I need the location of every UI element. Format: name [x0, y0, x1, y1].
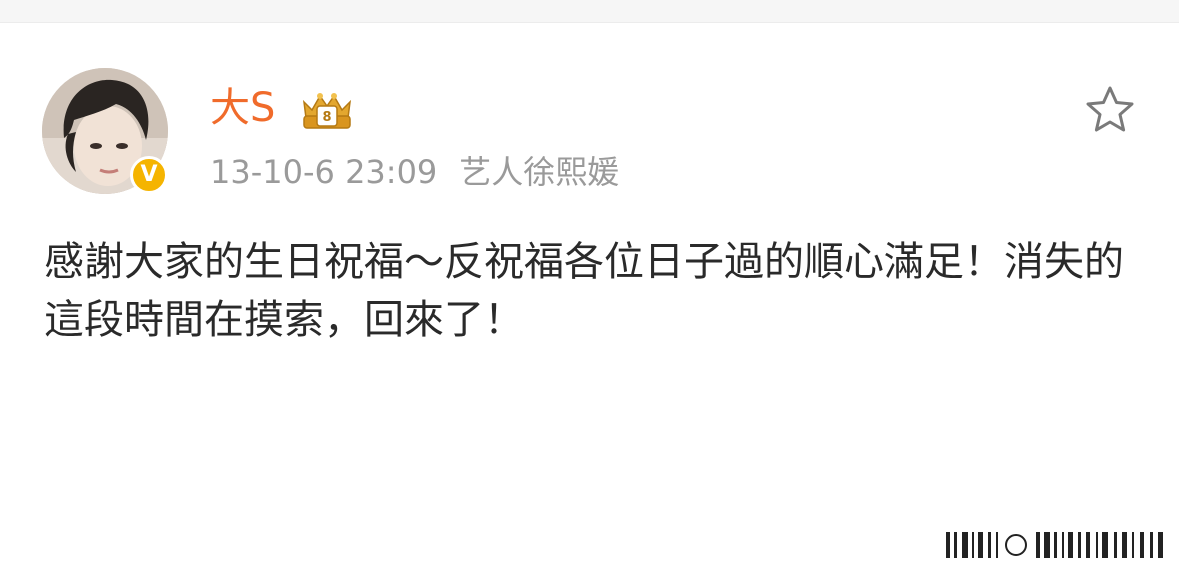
- post-timestamp[interactable]: 13-10-6 23:09: [210, 153, 437, 191]
- top-divider-strip: [0, 0, 1179, 23]
- star-outline-icon: [1086, 86, 1134, 132]
- post-source: 艺人徐熙媛: [459, 153, 620, 191]
- barcode-watermark-icon: [946, 530, 1164, 560]
- weibo-post-card: V 大S 8 13-10-6 23:09 艺人徐熙媛 感謝大家的生日祝福～反祝福各…: [0, 0, 1179, 575]
- author-name[interactable]: 大S: [210, 84, 275, 132]
- post-body-text: 感謝大家的生日祝福～反祝福各位日子過的順心滿足！消失的這段時間在摸索，回來了！: [44, 239, 1124, 343]
- favorite-star-button[interactable]: [1084, 84, 1136, 136]
- gold-crown-fan-badge-icon[interactable]: 8: [298, 88, 356, 134]
- verified-v-icon: V: [130, 156, 168, 194]
- post-meta: 13-10-6 23:09 艺人徐熙媛: [210, 150, 619, 194]
- svg-text:8: 8: [322, 110, 331, 125]
